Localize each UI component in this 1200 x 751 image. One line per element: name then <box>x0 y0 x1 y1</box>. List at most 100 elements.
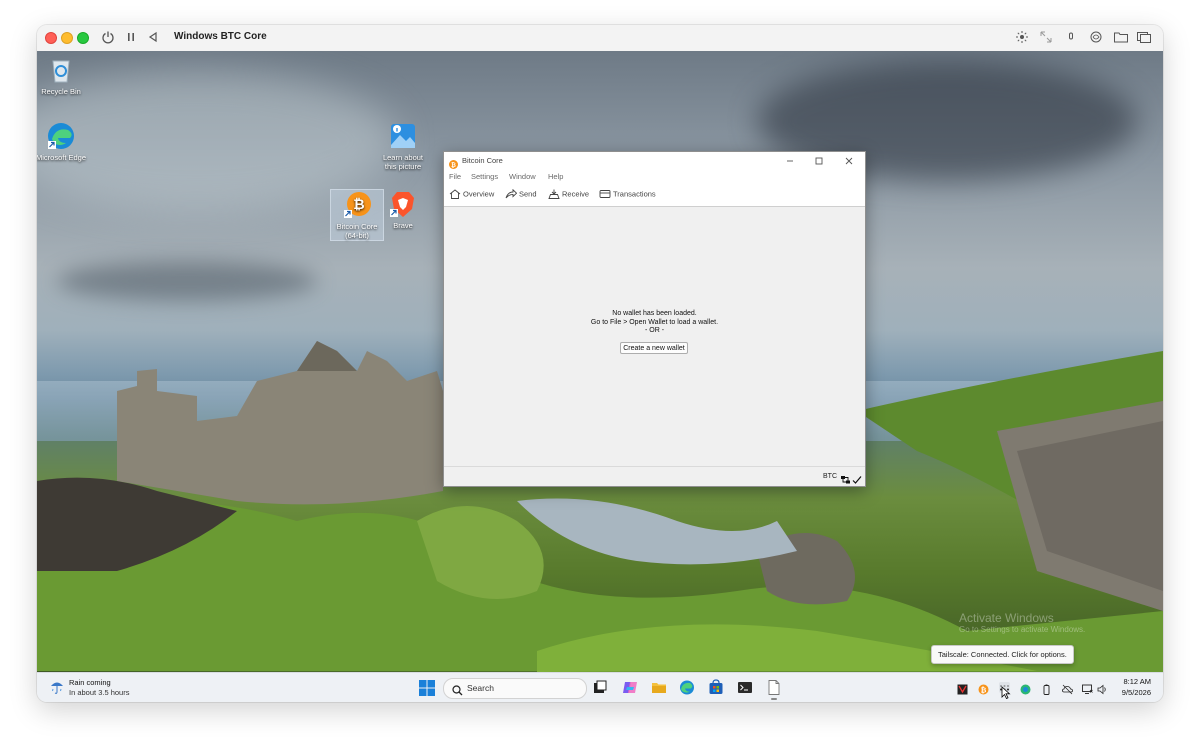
close-window-button[interactable] <box>45 32 57 44</box>
create-wallet-button[interactable]: Create a new wallet <box>620 342 688 354</box>
desktop-icon-edge[interactable]: Microsoft Edge <box>37 121 87 162</box>
unit-label[interactable]: BTC <box>823 473 837 480</box>
tailscale-tooltip: Tailscale: Connected. Click for options. <box>931 645 1074 664</box>
maximize-icon[interactable] <box>812 154 826 168</box>
svg-text:₿: ₿ <box>451 162 456 169</box>
receive-tab[interactable]: Receive <box>548 189 589 203</box>
bitcoin-core-statusbar: BTC <box>444 466 865 486</box>
resize-icon[interactable] <box>1038 30 1054 46</box>
network-icon[interactable] <box>1088 30 1104 46</box>
tray-app-icon[interactable] <box>957 682 968 695</box>
menu-help[interactable]: Help <box>548 172 563 181</box>
brightness-icon[interactable] <box>1014 30 1030 46</box>
search-icon <box>452 683 463 696</box>
clock-date: 9/5/2026 <box>1121 688 1151 697</box>
minimize-icon[interactable] <box>783 154 797 168</box>
menu-settings[interactable]: Settings <box>471 172 498 181</box>
menu-file[interactable]: File <box>449 172 461 181</box>
transactions-icon <box>599 189 611 199</box>
transactions-tab[interactable]: Transactions <box>599 189 656 203</box>
send-label: Send <box>519 189 537 199</box>
display-icon[interactable] <box>1136 30 1152 46</box>
no-wallet-message: No wallet has been loaded. Go to File > … <box>444 310 865 336</box>
desktop-icon-label: Microsoft Edge <box>37 153 87 162</box>
desktop-icon-brave[interactable]: Brave <box>377 189 429 230</box>
mouse-cursor-icon <box>1001 686 1011 700</box>
svg-text:₿: ₿ <box>981 686 987 694</box>
desktop-icon-label: Brave <box>393 221 413 230</box>
battery-icon[interactable] <box>1041 682 1052 695</box>
bitcoin-core-title: Bitcoin Core <box>462 156 503 165</box>
umbrella-icon <box>50 679 64 695</box>
bitcoin-core-icon: ₿ <box>342 190 372 220</box>
activate-windows-watermark: Activate Windows Go to Settings to activ… <box>959 611 1085 634</box>
overview-label: Overview <box>463 189 495 199</box>
send-tab[interactable]: Send <box>505 188 537 203</box>
weather-subtitle: In about 3.5 hours <box>69 688 130 697</box>
edge-icon <box>46 121 76 151</box>
search-placeholder: Search <box>467 683 494 693</box>
or-separator: - OR - <box>644 327 665 334</box>
terminal-icon[interactable] <box>737 679 753 696</box>
desktop-icon-label: Bitcoin Core (64-bit) <box>336 222 378 240</box>
bitcoin-core-window: ₿ Bitcoin Core File Settings Window Help <box>443 151 866 487</box>
desktop-icon-label: Learn about this picture <box>382 153 424 171</box>
edge-icon[interactable] <box>679 679 695 696</box>
power-icon[interactable] <box>100 30 116 46</box>
start-button[interactable] <box>419 680 435 696</box>
learn-picture-icon <box>388 121 418 151</box>
store-icon[interactable] <box>708 679 724 696</box>
microphone-icon[interactable] <box>1063 30 1079 46</box>
copilot-icon[interactable] <box>622 679 638 696</box>
send-icon <box>505 188 518 199</box>
maximize-window-button[interactable] <box>77 32 89 44</box>
receive-icon <box>548 189 560 199</box>
windows-logo-icon <box>419 680 435 696</box>
bitcoin-core-menubar: File Settings Window Help <box>444 170 865 184</box>
desktop-icon-recycle-bin[interactable]: Recycle Bin <box>37 55 87 96</box>
task-view-icon[interactable] <box>592 679 608 696</box>
menu-window[interactable]: Window <box>509 172 536 181</box>
network-icon[interactable] <box>1082 682 1093 694</box>
vm-title: Windows BTC Core <box>174 31 267 42</box>
network-activity-icon[interactable] <box>840 472 851 484</box>
brave-icon <box>388 189 418 219</box>
desktop-icon-bitcoin-core[interactable]: ₿ Bitcoin Core (64-bit) <box>330 189 384 241</box>
volume-icon[interactable] <box>1097 682 1108 695</box>
desktop-icon-label: Recycle Bin <box>41 87 81 96</box>
no-wallet-line: No wallet has been loaded. <box>612 310 697 317</box>
folder-icon[interactable] <box>1113 30 1129 46</box>
clock-time: 8:12 AM <box>1123 677 1151 686</box>
open-wallet-hint: Go to File > Open Wallet to load a walle… <box>590 318 719 326</box>
minimize-window-button[interactable] <box>61 32 73 44</box>
file-explorer-icon[interactable] <box>651 679 667 696</box>
svg-text:₿: ₿ <box>353 197 364 213</box>
vm-titlebar: Windows BTC Core <box>37 25 1163 52</box>
shield-icon[interactable] <box>1020 682 1031 695</box>
taskbar: Rain coming In about 3.5 hours Search ₿ … <box>37 672 1163 702</box>
bitcoin-tray-icon[interactable]: ₿ <box>978 682 989 695</box>
sync-check-icon[interactable] <box>852 472 862 484</box>
pause-icon[interactable] <box>123 30 139 46</box>
desktop-wallpaper: Recycle Bin Microsoft Edge Learn about t… <box>37 51 1163 672</box>
weather-title: Rain coming <box>69 678 111 687</box>
taskbar-search[interactable]: Search <box>443 678 587 699</box>
clock[interactable]: 8:12 AM 9/5/2026 <box>1122 676 1151 698</box>
bitcoin-core-toolbar: Overview Send Receive Transactions <box>444 184 865 207</box>
notepad-icon[interactable] <box>766 679 782 700</box>
bitcoin-core-app-icon: ₿ <box>449 156 458 169</box>
close-icon[interactable] <box>842 154 856 168</box>
running-indicator <box>771 698 777 700</box>
transactions-label: Transactions <box>613 189 656 199</box>
receive-label: Receive <box>562 189 590 199</box>
desktop-icon-learn-picture[interactable]: Learn about this picture <box>377 121 429 171</box>
watermark-subtitle: Go to Settings to activate Windows. <box>959 625 1086 634</box>
cloud-off-icon[interactable] <box>1062 682 1073 695</box>
watermark-title: Activate Windows <box>959 611 1054 625</box>
back-icon[interactable] <box>145 30 161 46</box>
recycle-bin-icon <box>46 55 76 85</box>
vm-window: Windows BTC Core Recycle Bin Microsoft E… <box>37 25 1163 702</box>
bitcoin-core-titlebar[interactable]: ₿ Bitcoin Core <box>444 152 865 170</box>
bitcoin-core-main: No wallet has been loaded. Go to File > … <box>444 207 865 466</box>
overview-tab[interactable]: Overview <box>449 189 494 203</box>
